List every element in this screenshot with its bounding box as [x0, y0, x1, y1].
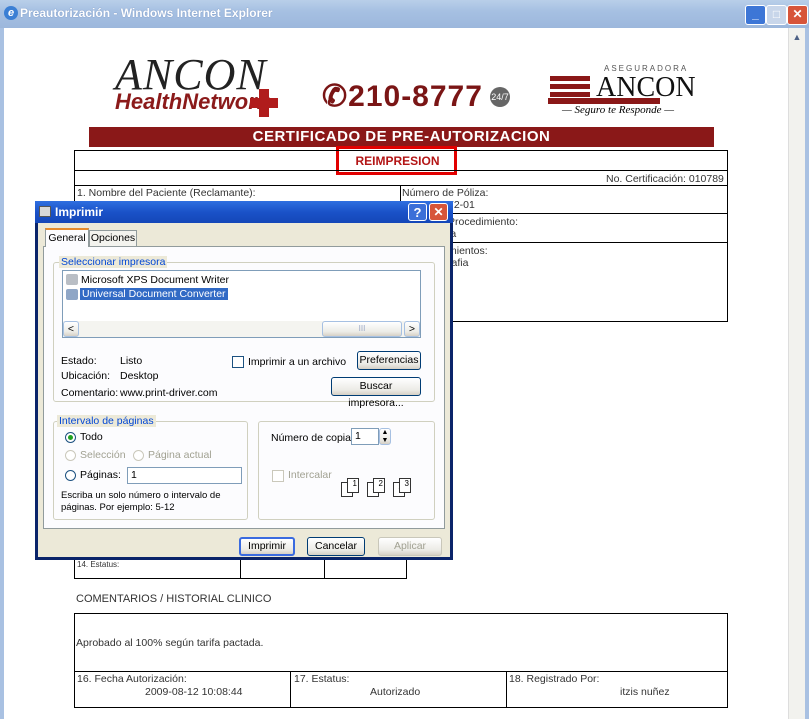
comment-value: www.print-driver.com	[120, 387, 218, 399]
comment-label: Comentario:	[61, 387, 119, 399]
copies-input[interactable]: 1	[351, 428, 379, 445]
cancel-button[interactable]: Cancelar	[307, 537, 365, 556]
range-selection-radio[interactable]	[65, 450, 76, 461]
collate-checkbox[interactable]	[272, 470, 284, 482]
comment-text: Aprobado al 100% según tarifa pactada.	[76, 637, 264, 649]
scroll-left-icon[interactable]: <	[63, 321, 79, 337]
status-row-label: 14. Estatus:	[77, 560, 120, 569]
preferences-button[interactable]: Preferencias	[357, 351, 421, 370]
range-selection-label: Selección	[80, 449, 126, 461]
ancon-health-logo: ANCON HealthNetwork	[115, 53, 278, 117]
auth-date-value: 2009-08-12 10:08:44	[145, 686, 243, 698]
status-value: Autorizado	[370, 686, 421, 698]
phone-number: ✆210-8777	[322, 80, 483, 113]
xps-printer-icon	[66, 274, 78, 285]
insurer-tagline: — Seguro te Responde —	[562, 104, 675, 116]
scroll-thumb[interactable]: III	[322, 321, 402, 337]
location-value: Desktop	[120, 370, 159, 382]
procedures-label: mientos:	[448, 245, 488, 257]
range-all-label: Todo	[80, 431, 103, 443]
page-range-legend: Intervalo de páginas	[57, 415, 156, 427]
ie-title-bar: e Preautorización - Windows Internet Exp…	[0, 0, 809, 28]
pages-input[interactable]: 1	[127, 467, 242, 484]
scroll-up-icon[interactable]: ▲	[791, 32, 803, 46]
comments-heading: COMENTARIOS / HISTORIAL CLINICO	[76, 593, 272, 605]
apply-button[interactable]: Aplicar	[378, 537, 442, 556]
range-all-radio[interactable]	[65, 432, 76, 443]
ie-logo-icon: e	[4, 6, 18, 20]
certificate-number: No. Certificación: 010789	[606, 173, 724, 185]
window-title: Preautorización - Windows Internet Explo…	[20, 6, 273, 20]
range-pages-label: Páginas:	[80, 469, 121, 481]
range-hint-line2: páginas. Por ejemplo: 5-12	[61, 502, 175, 513]
range-hint-line1: Escriba un solo número o intervalo de	[61, 490, 221, 501]
auth-date-label: 16. Fecha Autorización:	[77, 673, 187, 685]
logo-sub-text: HealthNetwork	[115, 89, 270, 114]
status-label: 17. Estatus:	[294, 673, 350, 685]
range-pages-radio[interactable]	[65, 470, 76, 481]
procedure-label: Procedimiento:	[448, 216, 519, 228]
location-label: Ubicación:	[61, 370, 111, 382]
select-printer-legend: Seleccionar impresora	[59, 256, 168, 268]
close-window-button[interactable]: ✕	[787, 5, 808, 25]
certificate-title-band: CERTIFICADO DE PRE-AUTORIZACION	[89, 127, 714, 147]
find-printer-button[interactable]: Buscar impresora...	[331, 377, 421, 409]
print-to-file-checkbox[interactable]	[232, 356, 244, 368]
policy-number-label: Número de Póliza:	[402, 187, 489, 199]
tab-options[interactable]: Opciones	[89, 230, 137, 246]
registered-by-value: itzis nuñez	[620, 686, 670, 698]
minimize-button[interactable]: _	[745, 5, 766, 25]
tab-general[interactable]: General	[45, 228, 89, 247]
reprint-label: REIMPRESION	[355, 154, 440, 168]
status-label-dialog: Estado:	[61, 355, 97, 367]
status-value-dialog: Listo	[120, 355, 143, 367]
print-button[interactable]: Imprimir	[239, 537, 295, 556]
printer-icon	[39, 206, 51, 217]
aseguradora-ancon-logo: ASEGURADORA ANCON — Seguro te Responde —	[548, 60, 718, 120]
window-right-border	[805, 28, 809, 719]
udc-printer-icon	[66, 289, 78, 300]
insurer-stripe-icon	[550, 76, 590, 81]
printer-item-udc[interactable]: Universal Document Converter	[80, 288, 228, 300]
dialog-close-button[interactable]: ✕	[429, 203, 448, 221]
copies-label: Número de copias:	[271, 432, 360, 444]
patient-name-label: 1. Nombre del Paciente (Reclamante):	[77, 187, 256, 199]
vertical-scrollbar[interactable]: ▲	[788, 28, 806, 719]
copies-spinner-icon[interactable]: ▲ ▼	[379, 428, 391, 445]
range-current-label: Página actual	[148, 449, 212, 461]
printer-item-xps[interactable]: Microsoft XPS Document Writer	[81, 274, 229, 286]
phone-24-7-badge: 24/7	[490, 87, 510, 107]
collate-label: Intercalar	[288, 469, 332, 481]
print-dialog-title: Imprimir	[55, 205, 104, 219]
registered-by-label: 18. Registrado Por:	[509, 673, 600, 685]
help-button[interactable]: ?	[408, 203, 427, 221]
scroll-right-icon[interactable]: >	[404, 321, 420, 337]
print-to-file-label: Imprimir a un archivo	[248, 356, 347, 368]
range-current-radio[interactable]	[133, 450, 144, 461]
print-dialog-title-bar: Imprimir ? ✕	[35, 201, 453, 223]
maximize-button[interactable]: □	[766, 5, 787, 25]
